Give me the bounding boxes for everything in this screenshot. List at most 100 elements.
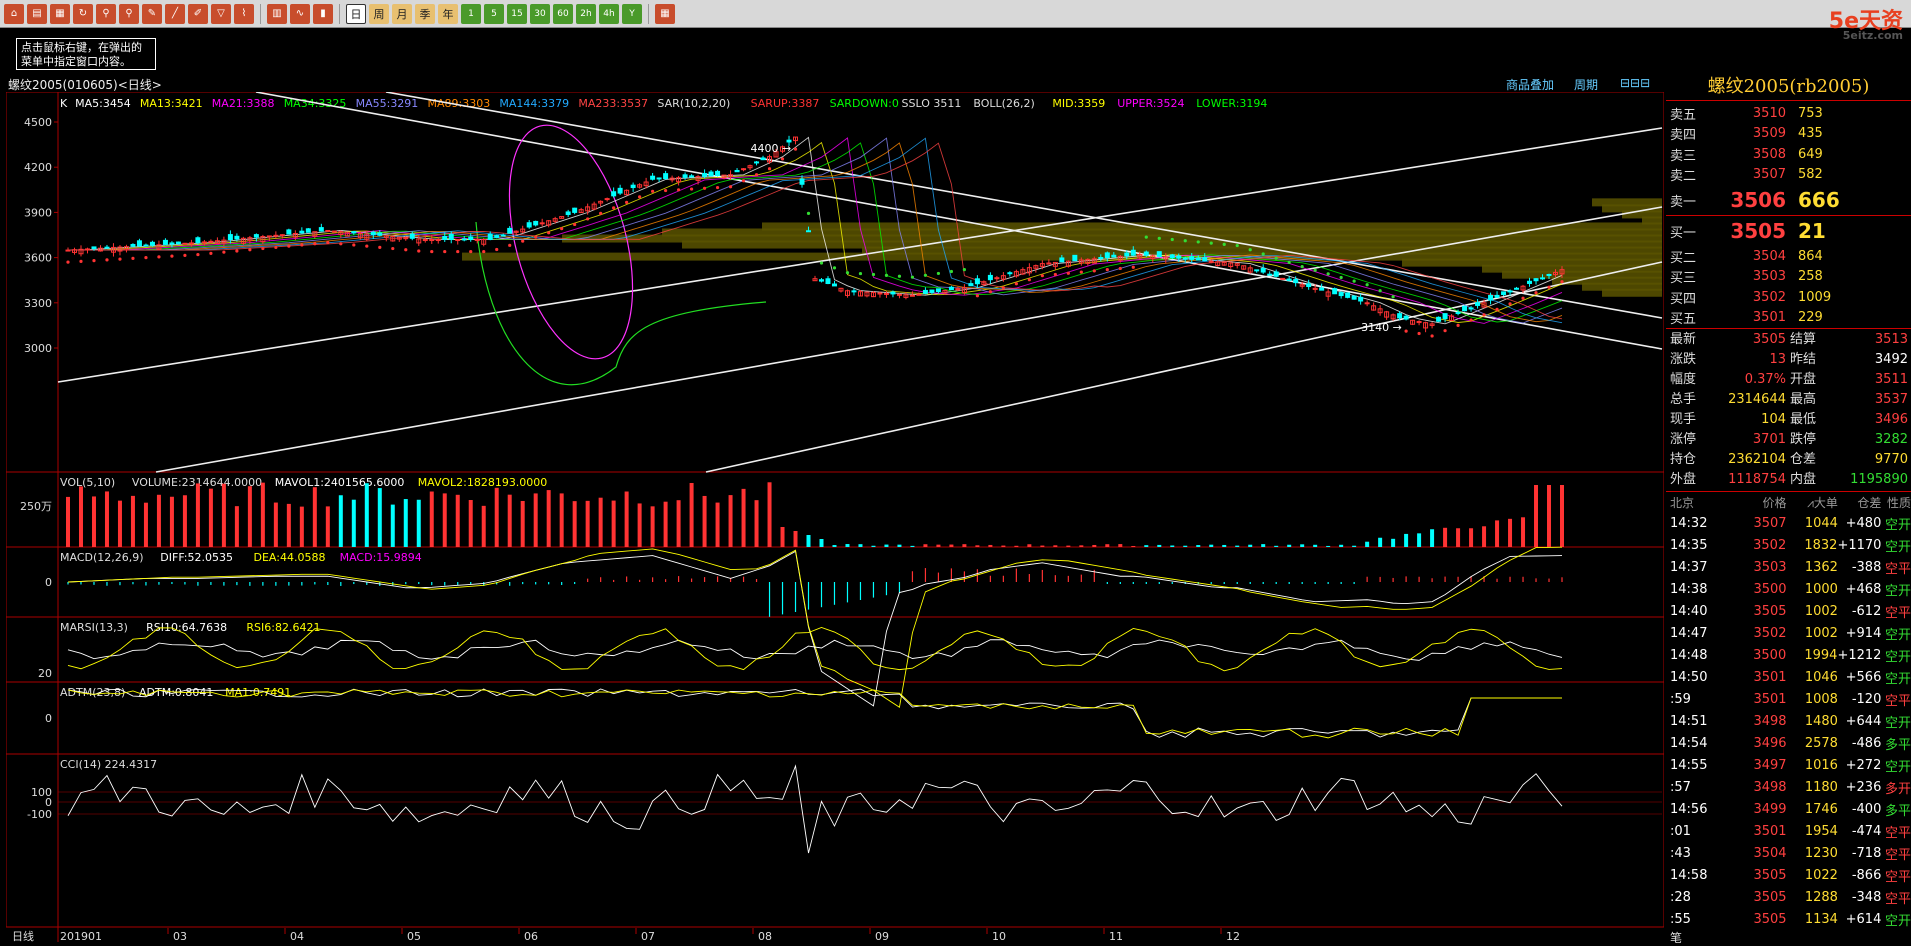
tick-row[interactable]: 14:47 3502 1002 +914 空开 — [1666, 622, 1911, 644]
candle-body — [1527, 280, 1533, 284]
period-day-button[interactable]: 日 — [346, 3, 366, 24]
candle-body — [1182, 257, 1188, 260]
tick-row[interactable]: 14:54 3496 2578 -486 多平 — [1666, 732, 1911, 754]
tick-cell: :28 — [1670, 889, 1691, 905]
sar-dot — [832, 266, 837, 270]
period-15m-button[interactable]: 15 — [507, 3, 527, 24]
folder-icon[interactable]: ▤ — [27, 3, 47, 24]
info-value: 3513 — [1874, 332, 1908, 347]
draw-line-icon[interactable]: ╱ — [165, 3, 185, 24]
period-30m-button[interactable]: 30 — [530, 3, 550, 24]
zoom-icon[interactable]: ⚲ — [119, 3, 139, 24]
candle-body — [604, 198, 610, 201]
period-week-button[interactable]: 周 — [369, 3, 389, 24]
sar-dot — [404, 248, 408, 252]
period-4h-button[interactable]: 4h — [599, 3, 619, 24]
kline-chart[interactable]: KMA5:3454MA13:3421MA21:3388MA34:3325MA55… — [6, 92, 1664, 942]
tick-cell: 3505 — [1753, 867, 1787, 883]
tick-row[interactable]: :43 3504 1230 -718 空平 — [1666, 842, 1911, 864]
window-buttons-icon[interactable]: ⊟⊟⊟ — [1620, 76, 1650, 90]
ask-row[interactable]: 卖二 3507 582 — [1666, 165, 1911, 186]
period-5m-button[interactable]: 5 — [484, 3, 504, 24]
period-month-button[interactable]: 月 — [392, 3, 412, 24]
tick-row[interactable]: 14:50 3501 1046 +566 空开 — [1666, 666, 1911, 688]
volume-bar — [611, 500, 616, 547]
tick-cell: 1016 — [1804, 757, 1838, 773]
candle-body — [1189, 256, 1195, 260]
ask-row[interactable]: 卖四 3509 435 — [1666, 124, 1911, 145]
sar-dot — [975, 294, 979, 298]
candle-body — [377, 232, 383, 236]
refresh-icon[interactable]: ↻ — [73, 3, 93, 24]
sar-dot — [845, 271, 850, 275]
period-link[interactable]: 周期 — [1574, 76, 1598, 93]
tick-row[interactable]: 14:40 3505 1002 -612 空平 — [1666, 600, 1911, 622]
sar-dot — [1430, 334, 1434, 338]
tick-cell: 1008 — [1804, 691, 1838, 707]
tick-row[interactable]: 14:58 3505 1022 -866 空平 — [1666, 864, 1911, 886]
tick-row[interactable]: :55 3505 1134 +614 空开 — [1666, 908, 1911, 930]
period-year-button[interactable]: 年 — [438, 3, 458, 24]
candle-body — [104, 246, 110, 249]
tick-row[interactable]: :28 3505 1288 -348 空平 — [1666, 886, 1911, 908]
period-y-button[interactable]: Y — [622, 3, 642, 24]
volume-bar — [260, 482, 265, 547]
indicator-icon[interactable]: ⌇ — [234, 3, 254, 24]
info-label: 持仓 — [1670, 452, 1697, 467]
line-chart-icon[interactable]: ∿ — [290, 3, 310, 24]
news-icon[interactable]: ▦ — [50, 3, 70, 24]
candle-body — [305, 228, 311, 233]
brush-icon[interactable]: ✐ — [188, 3, 208, 24]
filter-icon[interactable]: ▽ — [211, 3, 231, 24]
ask1-row[interactable]: 卖一 3506 666 — [1666, 185, 1911, 215]
bid-row[interactable]: 买三 3503 258 — [1666, 267, 1911, 288]
candle-body — [429, 239, 435, 242]
candle-body — [617, 187, 623, 194]
tick-cell: 空开 — [1884, 759, 1911, 775]
candle-body — [448, 233, 454, 241]
cci-tick: -100 — [27, 808, 52, 821]
tick-row[interactable]: 14:56 3499 1746 -400 多平 — [1666, 798, 1911, 820]
sar-dot — [417, 249, 421, 253]
ask-row[interactable]: 卖三 3508 649 — [1666, 144, 1911, 165]
period-1m-button[interactable]: 1 — [461, 3, 481, 24]
table-icon[interactable]: ▥ — [267, 3, 287, 24]
volume-bar — [286, 503, 291, 547]
kline-icon[interactable]: ▮ — [313, 3, 333, 24]
pen-icon[interactable]: ✎ — [142, 3, 162, 24]
bid1-row[interactable]: 买一 3505 21 — [1666, 216, 1911, 246]
candle-body — [715, 170, 721, 176]
overlay-link[interactable]: 商品叠加 — [1506, 76, 1554, 93]
period-60m-button[interactable]: 60 — [553, 3, 573, 24]
tick-row[interactable]: 14:48 3500 1994 +1212 空开 — [1666, 644, 1911, 666]
tick-row[interactable]: :59 3501 1008 -120 空平 — [1666, 688, 1911, 710]
tick-row[interactable]: 14:38 3500 1000 +468 空开 — [1666, 578, 1911, 600]
period-2h-button[interactable]: 2h — [576, 3, 596, 24]
tick-row[interactable]: 14:35 3502 1832 +1170 空开 — [1666, 534, 1911, 556]
home-icon[interactable]: ⌂ — [4, 3, 24, 24]
tick-row[interactable]: 14:55 3497 1016 +272 空开 — [1666, 754, 1911, 776]
bid-row[interactable]: 买二 3504 864 — [1666, 246, 1911, 267]
period-quarter-button[interactable]: 季 — [415, 3, 435, 24]
search-icon[interactable]: ⚲ — [96, 3, 116, 24]
indicator-label: SSLO 3511 — [902, 97, 962, 110]
ask-row[interactable]: 卖五 3510 753 — [1666, 103, 1911, 124]
volume-bar — [351, 499, 356, 547]
candle-body — [1072, 254, 1078, 262]
grid-icon[interactable]: ▦ — [655, 3, 675, 24]
tick-row[interactable]: 14:37 3503 1362 -388 空平 — [1666, 556, 1911, 578]
sar-dot — [664, 188, 668, 193]
volume-bar — [1547, 485, 1552, 547]
tick-list[interactable]: 14:32 3507 1044 +480 空开 14:35 3502 1832 +1170 空开 1… — [1666, 512, 1911, 930]
tick-row[interactable]: 14:51 3498 1480 +644 空开 — [1666, 710, 1911, 732]
tick-row[interactable]: :57 3498 1180 +236 多开 — [1666, 776, 1911, 798]
tick-cell: 1362 — [1804, 559, 1838, 575]
candle-body — [922, 289, 928, 294]
volume-bar — [1313, 544, 1318, 547]
tick-row[interactable]: :01 3501 1954 -474 空平 — [1666, 820, 1911, 842]
tick-cell: -474 — [1851, 823, 1882, 839]
candle-body — [1007, 272, 1013, 275]
bid-row[interactable]: 买五 3501 229 — [1666, 308, 1911, 329]
bid-row[interactable]: 买四 3502 1009 — [1666, 287, 1911, 308]
tick-row[interactable]: 14:32 3507 1044 +480 空开 — [1666, 512, 1911, 534]
